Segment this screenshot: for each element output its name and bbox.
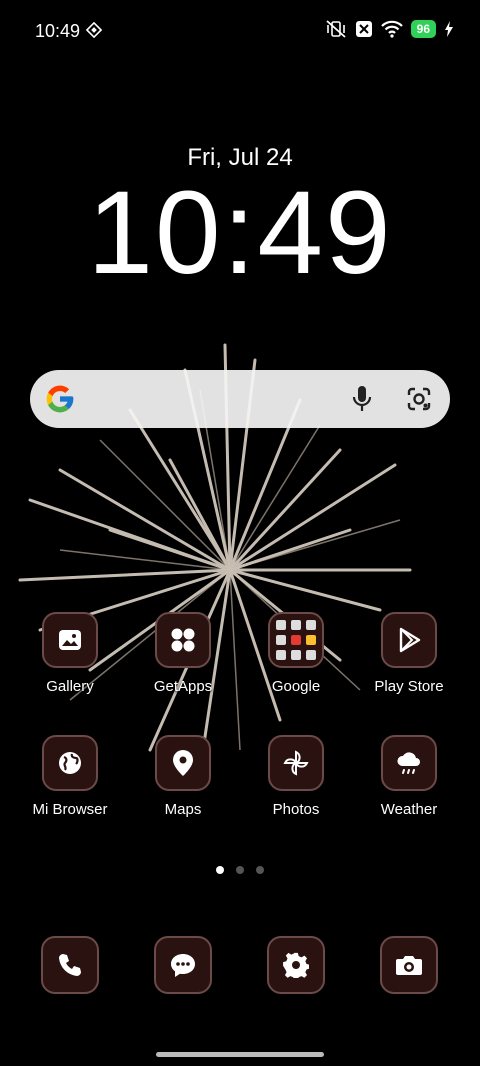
message-icon xyxy=(154,936,212,994)
dock-settings[interactable] xyxy=(241,936,351,994)
dock-camera[interactable] xyxy=(354,936,464,994)
big-clock[interactable]: 10:49 xyxy=(0,168,480,298)
app-label: GetApps xyxy=(153,678,213,695)
battery-level: 96 xyxy=(410,20,436,38)
map-pin-icon xyxy=(155,735,211,791)
dock-messages[interactable] xyxy=(128,936,238,994)
app-maps[interactable]: Maps xyxy=(128,735,238,818)
wifi-icon xyxy=(380,20,403,38)
vibrate-mute-icon xyxy=(326,20,346,38)
camera-icon xyxy=(380,936,438,994)
google-logo-icon xyxy=(46,385,74,413)
google-search-bar[interactable] xyxy=(30,370,450,428)
app-label: Mi Browser xyxy=(32,801,108,818)
google-folder-icon xyxy=(268,612,324,668)
status-time: 10:49 xyxy=(35,21,81,41)
app-google-folder[interactable]: Google xyxy=(241,612,351,695)
page-dot-2[interactable] xyxy=(236,866,244,874)
app-photos[interactable]: Photos xyxy=(241,735,351,818)
phone-icon xyxy=(41,936,99,994)
gallery-icon xyxy=(42,612,98,668)
charging-icon xyxy=(445,21,453,37)
page-dot-1[interactable] xyxy=(216,866,224,874)
mic-icon[interactable] xyxy=(350,385,374,413)
app-gallery[interactable]: Gallery xyxy=(15,612,125,695)
app-label: Photos xyxy=(272,801,320,818)
settings-icon xyxy=(267,936,325,994)
no-sim-icon xyxy=(355,21,372,37)
app-label: Maps xyxy=(164,801,202,818)
app-weather[interactable]: Weather xyxy=(354,735,464,818)
lens-camera-icon[interactable] xyxy=(406,386,432,412)
page-dot-3[interactable] xyxy=(256,866,264,874)
app-label: Play Store xyxy=(374,678,444,695)
dock-phone[interactable] xyxy=(15,936,125,994)
status-bar: 10:49 96 xyxy=(0,0,480,60)
play-store-icon xyxy=(381,612,437,668)
app-getapps[interactable]: GetApps xyxy=(128,612,238,695)
app-mi-browser[interactable]: Mi Browser xyxy=(15,735,125,818)
app-label: Gallery xyxy=(46,678,94,695)
globe-icon xyxy=(42,735,98,791)
status-icons: 96 xyxy=(325,20,454,38)
cloud-rain-icon xyxy=(381,735,437,791)
app-play-store[interactable]: Play Store xyxy=(354,612,464,695)
app-label: Google xyxy=(271,678,321,695)
notification-icon xyxy=(86,22,102,38)
app-label: Weather xyxy=(380,801,438,818)
pinwheel-icon xyxy=(268,735,324,791)
getapps-icon xyxy=(155,612,211,668)
page-indicator xyxy=(0,866,480,874)
home-indicator[interactable] xyxy=(156,1052,324,1057)
